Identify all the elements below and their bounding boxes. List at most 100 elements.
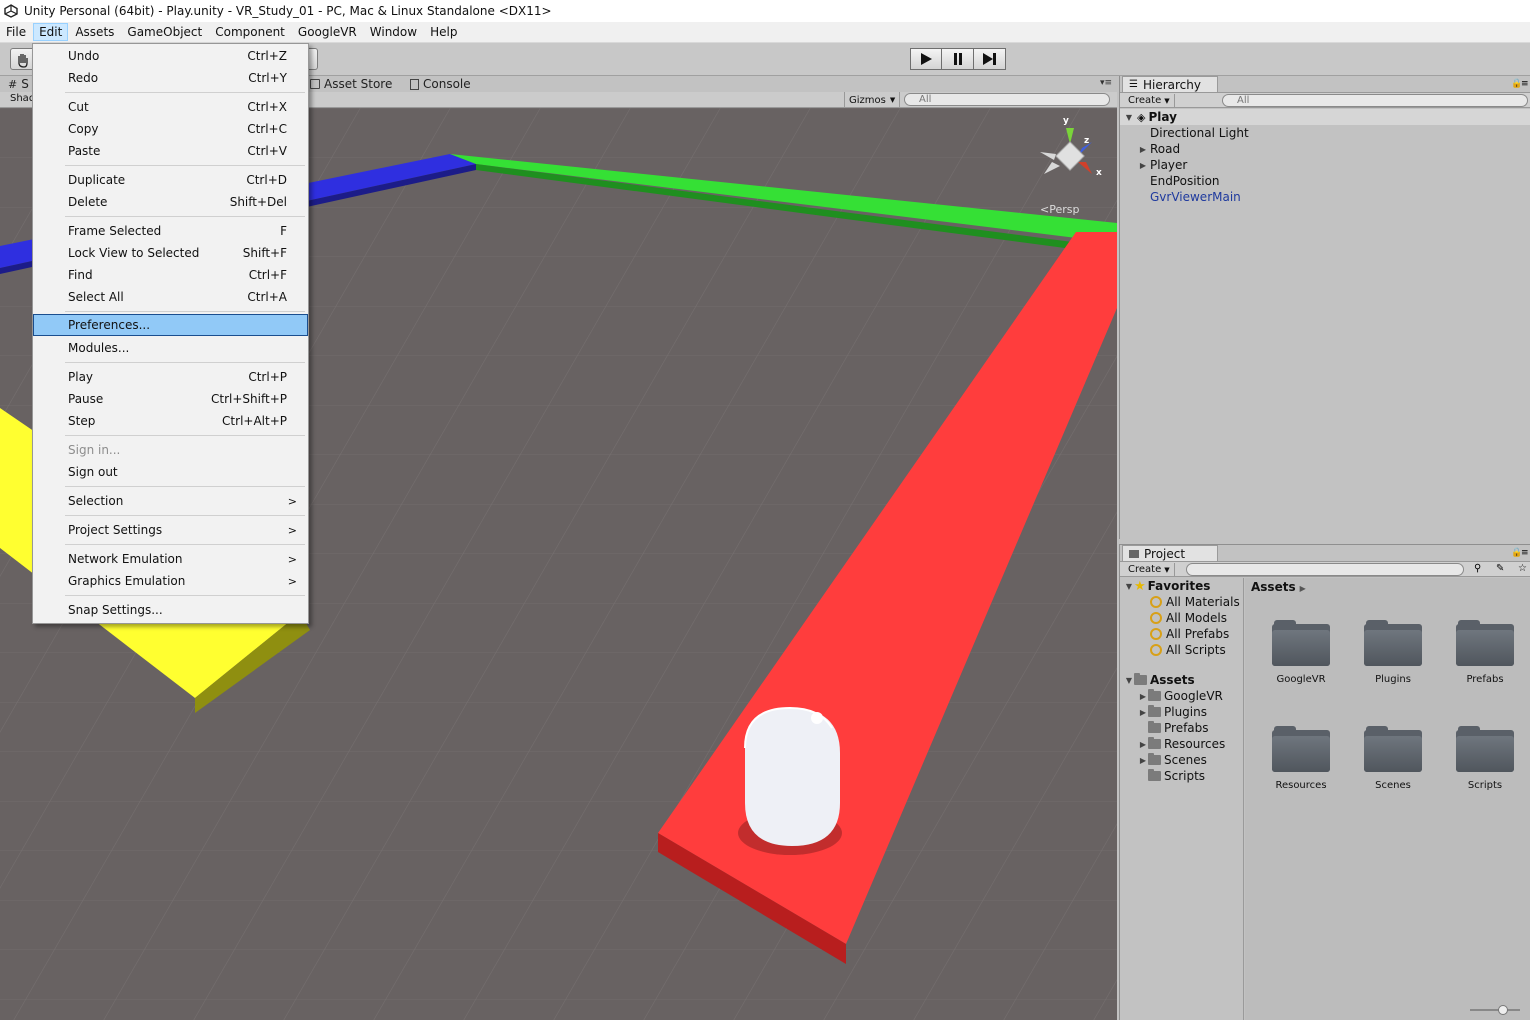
grid-folder-resources[interactable]: Resources [1261, 726, 1341, 791]
tab-scene[interactable]: # S [8, 76, 29, 92]
project-search-input[interactable] [1186, 563, 1464, 576]
menu-file[interactable]: File [0, 23, 32, 41]
menu-item-frame-selected[interactable]: Frame Selected F [34, 220, 307, 242]
grid-folder-scenes[interactable]: Scenes [1353, 726, 1433, 791]
filter-by-type-icon[interactable]: ⚲ [1474, 563, 1481, 574]
folder-icon [1148, 769, 1161, 781]
tree-folder-prefabs[interactable]: Prefabs [1120, 720, 1243, 736]
favorite-all-materials[interactable]: All Materials [1120, 594, 1243, 610]
folder-label: Plugins [1164, 705, 1207, 719]
grid-folder-prefabs[interactable]: Prefabs [1445, 620, 1525, 685]
hierarchy-item-gvrviewermain[interactable]: GvrViewerMain [1120, 189, 1530, 205]
tree-folder-scripts[interactable]: Scripts [1120, 768, 1243, 784]
menu-item-play[interactable]: Play Ctrl+P [34, 366, 307, 388]
menu-item-paste[interactable]: Paste Ctrl+V [34, 140, 307, 162]
collapse-arrow-icon[interactable]: ▶ [1138, 708, 1148, 717]
folder-icon [1134, 673, 1147, 685]
menu-googlevr[interactable]: GoogleVR [292, 23, 363, 41]
collapse-arrow-icon[interactable]: ▶ [1138, 692, 1148, 701]
folder-icon [1272, 726, 1330, 772]
assets-label: Assets [1150, 673, 1195, 687]
menu-window[interactable]: Window [364, 23, 423, 41]
filter-by-label-icon[interactable]: ✎ [1496, 563, 1504, 574]
grid-folder-scripts[interactable]: Scripts [1445, 726, 1525, 791]
favorite-all-scripts[interactable]: All Scripts [1120, 642, 1243, 658]
dropdown-arrow-icon: ▼ [1164, 96, 1170, 105]
hierarchy-item-road[interactable]: ▶ Road [1120, 141, 1530, 157]
tab-hierarchy[interactable]: ☰ Hierarchy [1122, 76, 1218, 92]
menu-gameobject[interactable]: GameObject [121, 23, 208, 41]
panel-menu-icon[interactable]: ≡ [1521, 79, 1529, 89]
menu-item-modules[interactable]: Modules... [34, 337, 307, 359]
favorites-header[interactable]: ▼ ★ Favorites [1120, 578, 1243, 594]
favorite-star-icon[interactable]: ☆ [1518, 563, 1527, 574]
menu-item-cut[interactable]: Cut Ctrl+X [34, 96, 307, 118]
menu-item-label: Find [68, 268, 93, 282]
step-button[interactable] [974, 48, 1006, 70]
menu-item-delete[interactable]: Delete Shift+Del [34, 191, 307, 213]
pause-button[interactable] [942, 48, 974, 70]
scene-orientation-gizmo[interactable]: y z x [1030, 116, 1110, 196]
menu-item-project-settings[interactable]: Project Settings > [34, 519, 307, 541]
menu-item-preferences[interactable]: Preferences... [33, 314, 308, 336]
menu-item-copy[interactable]: Copy Ctrl+C [34, 118, 307, 140]
menu-item-undo[interactable]: Undo Ctrl+Z [34, 45, 307, 67]
menu-item-network-emulation[interactable]: Network Emulation > [34, 548, 307, 570]
menu-item-pause[interactable]: Pause Ctrl+Shift+P [34, 388, 307, 410]
playback-controls [910, 48, 1006, 70]
hierarchy-item-directional-light[interactable]: Directional Light [1120, 125, 1530, 141]
hierarchy-search-input[interactable]: All [1222, 94, 1528, 107]
menu-edit[interactable]: Edit [33, 23, 69, 41]
play-button[interactable] [910, 48, 942, 70]
gizmos-dropdown[interactable]: Gizmos ▼ [844, 92, 901, 108]
menu-item-lock-view[interactable]: Lock View to Selected Shift+F [34, 242, 307, 264]
expand-arrow-icon[interactable]: ▼ [1124, 113, 1134, 122]
panel-options-icon[interactable]: ▾≡ [1100, 78, 1112, 88]
menu-assets[interactable]: Assets [69, 23, 120, 41]
hierarchy-scene-root[interactable]: ▼ ◈ Play [1120, 109, 1530, 125]
menu-item-step[interactable]: Step Ctrl+Alt+P [34, 410, 307, 432]
menu-help[interactable]: Help [424, 23, 463, 41]
scene-search-input[interactable]: All [904, 93, 1110, 106]
menu-item-sign-out[interactable]: Sign out [34, 461, 307, 483]
menu-item-find[interactable]: Find Ctrl+F [34, 264, 307, 286]
collapse-arrow-icon[interactable]: ▶ [1138, 756, 1148, 765]
hierarchy-create-dropdown[interactable]: Create ▼ [1124, 94, 1175, 107]
menu-component[interactable]: Component [209, 23, 291, 41]
menu-item-selection[interactable]: Selection > [34, 490, 307, 512]
menu-item-snap-settings[interactable]: Snap Settings... [34, 599, 307, 621]
favorite-all-models[interactable]: All Models [1120, 610, 1243, 626]
collapse-arrow-icon[interactable]: ▶ [1138, 161, 1148, 170]
menu-item-duplicate[interactable]: Duplicate Ctrl+D [34, 169, 307, 191]
tree-folder-scenes[interactable]: ▶ Scenes [1120, 752, 1243, 768]
expand-arrow-icon[interactable]: ▼ [1124, 582, 1134, 591]
project-create-dropdown[interactable]: Create ▼ [1124, 563, 1175, 576]
tree-folder-googlevr[interactable]: ▶ GoogleVR [1120, 688, 1243, 704]
hierarchy-item-player[interactable]: ▶ Player [1120, 157, 1530, 173]
breadcrumb[interactable]: Assets ▶ [1251, 580, 1306, 594]
submenu-arrow-icon: > [287, 523, 297, 537]
hierarchy-item-endposition[interactable]: EndPosition [1120, 173, 1530, 189]
menu-item-select-all[interactable]: Select All Ctrl+A [34, 286, 307, 308]
tab-asset-store[interactable]: Asset Store [310, 76, 392, 92]
tree-folder-resources[interactable]: ▶ Resources [1120, 736, 1243, 752]
persp-label[interactable]: <Persp [1040, 203, 1079, 216]
edit-menu-dropdown: Undo Ctrl+Z Redo Ctrl+Y Cut Ctrl+X Copy Ctrl… [32, 43, 309, 624]
icon-size-slider[interactable] [1470, 1005, 1520, 1015]
collapse-arrow-icon[interactable]: ▶ [1138, 740, 1148, 749]
tree-folder-plugins[interactable]: ▶ Plugins [1120, 704, 1243, 720]
grid-folder-plugins[interactable]: Plugins [1353, 620, 1433, 685]
tab-project[interactable]: Project [1122, 545, 1218, 561]
panel-menu-icon[interactable]: ≡ [1521, 548, 1529, 558]
grid-folder-googlevr[interactable]: GoogleVR [1261, 620, 1341, 685]
menu-separator [65, 216, 305, 217]
assets-header[interactable]: ▼ Assets [1120, 672, 1243, 688]
expand-arrow-icon[interactable]: ▼ [1124, 676, 1134, 685]
tab-console[interactable]: Console [410, 76, 471, 92]
slider-knob[interactable] [1498, 1005, 1508, 1015]
menu-item-graphics-emulation[interactable]: Graphics Emulation > [34, 570, 307, 592]
menu-item-redo[interactable]: Redo Ctrl+Y [34, 67, 307, 89]
favorite-all-prefabs[interactable]: All Prefabs [1120, 626, 1243, 642]
gizmo-axes-icon [1040, 128, 1092, 174]
collapse-arrow-icon[interactable]: ▶ [1138, 145, 1148, 154]
